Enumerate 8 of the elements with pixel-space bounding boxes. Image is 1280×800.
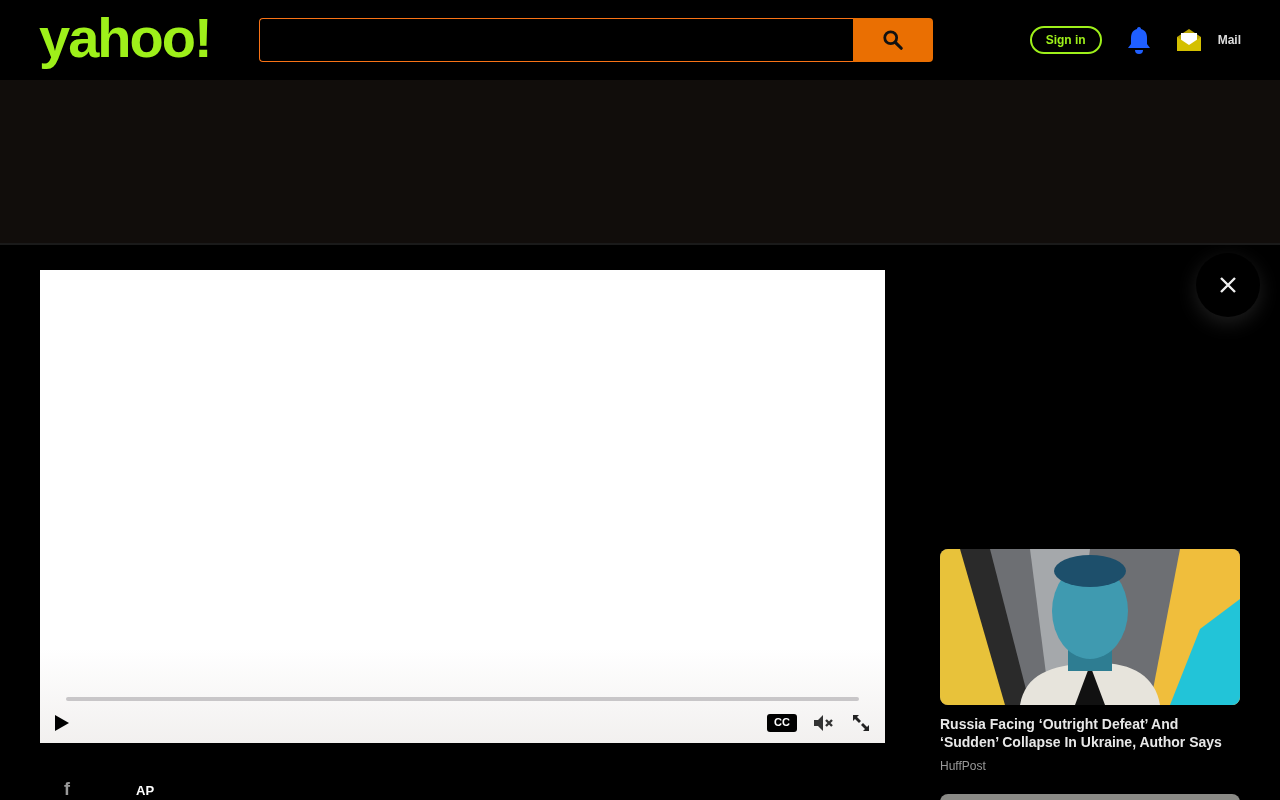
- story-headline[interactable]: Russia Facing ‘Outright Defeat’ And ‘Sudden’ Collapse In Ukraine, Author Says: [940, 715, 1240, 751]
- mail-link[interactable]: Mail: [1217, 31, 1241, 49]
- source-logo: AP: [136, 784, 155, 798]
- story-source: HuffPost: [940, 758, 987, 775]
- video-player[interactable]: CC: [40, 270, 885, 743]
- sign-in-button[interactable]: Sign in: [1029, 26, 1102, 54]
- facebook-share-link[interactable]: f: [64, 780, 70, 798]
- captions-button[interactable]: CC: [767, 714, 797, 732]
